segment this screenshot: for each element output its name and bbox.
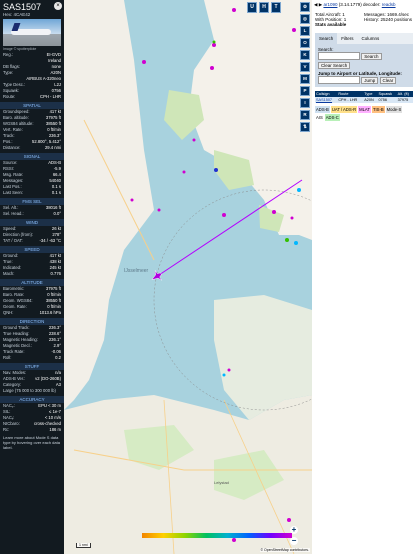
section-signal: SIGNAL [0,153,64,160]
back-icon[interactable]: ◀ ▶ [314,2,322,7]
info-spatial: Groundspeed: 417 kt Baro. altitude: 37975 f… [0,109,64,151]
altitude-color-legend [142,533,292,538]
toggle-p-button[interactable]: P [300,86,310,96]
tab-search[interactable]: Search [315,33,338,44]
aircraft-info-panel: SAS1507 Hex: 4CAE42 × Image © spotterpil… [0,0,64,554]
info-general: Reg.: EI-GVD Ireland DB flags: none Type: A20N… [0,52,64,100]
map-label-ijsselmeer: IJsselmeer [124,268,149,274]
info-accuracy: NACₚ: EPU < 30 m SIL: ≤ 1e-7 NACᵥ: < 10 m/s NI… [0,403,64,433]
land-west [64,0,154,410]
version-text: (3.14.1779) decoder: [338,2,381,7]
info-altitude: Barometric: 37975 ft Baro. Rate: 0 ft/min Ge… [0,286,64,316]
toggle-v-button[interactable]: V [300,62,310,72]
section-speed: SPEED [0,246,64,253]
toggle-u-button[interactable]: U [247,2,257,13]
legend-item: ADS-C [324,114,340,121]
legend-item: TIS-B [371,106,385,113]
section-accuracy: ACCURACY [0,396,64,403]
source-legend: ADS-B UAT / ADS-R MLAT TIS-B Mode-S AIS ADS-C [315,106,413,122]
footnote: Learn more about Mode S data type by hov… [3,435,60,450]
legend-item: MLAT [358,106,371,113]
toggle-o-button[interactable]: O [300,38,310,48]
search-input[interactable] [318,52,360,60]
map-attribution[interactable]: © OpenStreetMap contributors. [259,548,310,552]
info-stuff: Nav. Modes: n/a ADS-B Ver.: v2 (DO-260B) Cat… [0,370,64,394]
zoom-out-button[interactable]: − [290,537,298,545]
stat-history: History: 25240 positions [364,17,413,22]
scale-bar: 1 nmi [76,543,91,548]
jump-input[interactable] [318,76,360,84]
legend-item: AIS [315,114,324,121]
sidebar-header: ◀ ▶ ar1090 (3.14.1779) decoder: readsb [312,0,416,10]
selected-aircraft-icon [151,270,163,281]
aircraft-photo[interactable] [3,19,61,46]
info-row: Large (75 000 to 300 000 lb) [3,388,56,393]
map-view[interactable]: IJsselmeer Lelystad U H T + − 1 nmi © Op… [64,0,312,554]
info-row: Distance: 29.4 nmi [3,145,61,150]
info-row: TAT / OAT: -34 / -63 °C [3,238,61,243]
section-stuff: STUFF [0,363,64,370]
info-direction: Ground Track: 236.3° True Heading: 238.6° Ma… [0,325,64,361]
clear-jump-button[interactable]: Clear [379,76,397,84]
info-signal: Source: ADS-B RSSI: -5.9 Msg. Rate: 66.4 Messa… [0,160,64,196]
stats-available[interactable]: Stats available [315,22,364,27]
info-row: QNH: 1013.6 hPa [3,310,61,315]
map-label-lelystad: Lelystad [214,480,229,485]
info-row: Sel. Head.: 0.0° [3,211,61,216]
section-direction: DIRECTION [0,318,64,325]
toggle-m-button[interactable]: M [300,74,310,84]
toggle-range-icon[interactable]: ◎ [300,14,310,24]
info-wind: Speed: 26 kt Direction (from): 278° TAT / OA… [0,226,64,244]
sidebar: ◀ ▶ ar1090 (3.14.1779) decoder: readsb T… [312,0,416,554]
info-fms: Sel. Alt.: 38016 ft Sel. Head.: 0.0° [0,205,64,217]
toggle-k-button[interactable]: K [300,50,310,60]
legend-item: UAT / ADS-R [330,106,358,113]
info-row: Route: CPH - LHR [3,94,61,99]
section-wind: WIND [0,219,64,226]
table-row[interactable]: SAS1507 CPH - LHR A20N 0756 37975 [315,97,413,103]
map-side-controls: ⚙ ◎ L O K V M P I R ⇅ [300,1,310,133]
legend-item: Mode-S [385,106,403,113]
section-altitude: ALTITUDE [0,279,64,286]
info-speed: Ground: 417 kt True: 438 kt Indicated: 245 kt… [0,253,64,277]
toggle-altitude-icon[interactable]: ⇅ [300,122,310,132]
tab-filters[interactable]: Filters [337,33,357,44]
tab-columns[interactable]: Columns [358,33,384,44]
toggle-r-button[interactable]: R [300,110,310,120]
jump-button[interactable]: Jump [361,76,379,84]
version-link[interactable]: ar1090 [323,2,337,7]
toggle-h-button[interactable]: H [259,2,269,13]
toggle-i-button[interactable]: I [300,98,310,108]
map-canvas[interactable]: IJsselmeer Lelystad [64,0,312,554]
section-spatial: SPATIAL [0,102,64,109]
toggle-l-button[interactable]: L [300,26,310,36]
info-row: Roll: 0.2 [3,355,61,360]
aircraft-table: Callsign Route Type Squawk Alt. (ft) SAS… [315,91,413,103]
search-panel: Search: Search Clear Search Jump to Airp… [315,44,413,87]
settings-gear-icon[interactable]: ⚙ [300,2,310,12]
decoder-link[interactable]: readsb [382,2,396,7]
search-button[interactable]: Search [361,52,382,60]
clear-search-button[interactable]: Clear Search [318,62,351,69]
info-row: Last Seen: 0.1 s [3,190,61,195]
hex-line: Hex: 4CAE42 [3,12,31,17]
legend-item: ADS-B [315,106,330,113]
close-icon[interactable]: × [54,2,62,10]
stats-block: Total Aircraft: 1 Messages: 1669.4/sec W… [312,10,416,29]
info-row: Mach: 0.776 [3,271,61,276]
sidebar-tabs: Search Filters Columns [315,33,413,44]
section-fms: FMS SEL [0,198,64,205]
toggle-t-button[interactable]: T [271,2,281,13]
